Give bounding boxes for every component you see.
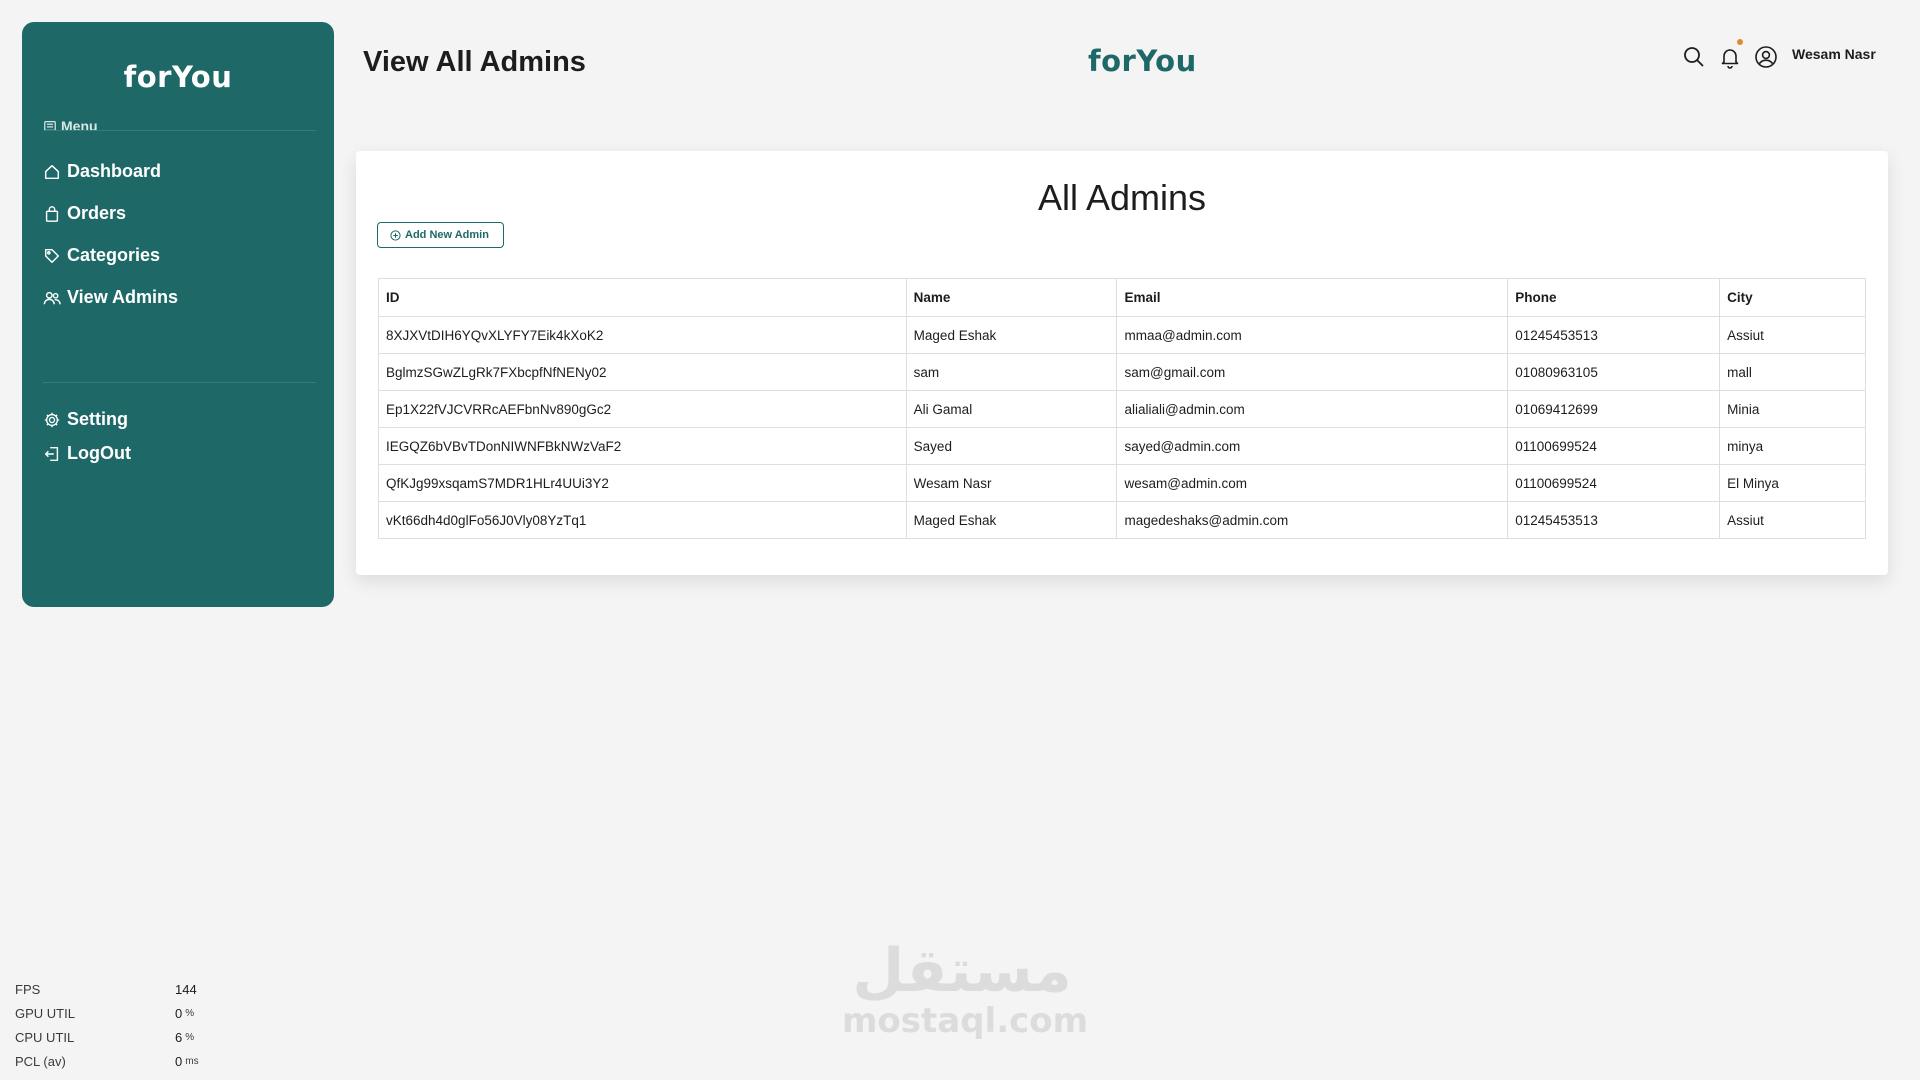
- sidebar-divider: [43, 130, 316, 131]
- cell-id: 8XJXVtDIH6YQvXLYFY7Eik4kXoK2: [378, 316, 907, 354]
- sidebar-item-orders[interactable]: Orders: [43, 203, 126, 224]
- cell-email: magedeshaks@admin.com: [1116, 501, 1509, 539]
- search-icon[interactable]: [1682, 45, 1706, 69]
- cell-city: Minia: [1719, 390, 1866, 428]
- cell-city: El Minya: [1719, 464, 1866, 502]
- cell-email: mmaa@admin.com: [1116, 316, 1509, 354]
- cell-name: Maged Eshak: [905, 501, 1118, 539]
- cell-email: sayed@admin.com: [1116, 427, 1509, 465]
- table-header-row: ID Name Email Phone City: [378, 278, 1866, 317]
- cell-email: wesam@admin.com: [1116, 464, 1509, 502]
- sidebar-item-label: LogOut: [67, 443, 131, 463]
- cell-city: Assiut: [1719, 501, 1866, 539]
- watermark-latin: mostaql.com: [842, 1001, 1089, 1041]
- cell-name: Ali Gamal: [905, 390, 1118, 428]
- cell-name: sam: [905, 353, 1118, 391]
- sidebar-item-view-admins[interactable]: View Admins: [43, 287, 178, 308]
- cell-name: Maged Eshak: [905, 316, 1118, 354]
- sidebar-item-categories[interactable]: Categories: [43, 245, 160, 266]
- cell-city: Assiut: [1719, 316, 1866, 354]
- cell-id: IEGQZ6bVBvTDonNIWNFBkNWzVaF2: [378, 427, 907, 465]
- perf-unit: %: [185, 1031, 195, 1043]
- cell-phone: 01245453513: [1507, 316, 1721, 354]
- perf-value: 0: [175, 1053, 183, 1069]
- watermark: مستقل mostaql.com: [842, 936, 1089, 1041]
- cell-phone: 01100699524: [1507, 427, 1721, 465]
- sidebar-item-setting[interactable]: Setting: [43, 409, 128, 430]
- perf-row-gpu: GPU UTIL 0 %: [15, 1001, 200, 1025]
- cell-phone: 01245453513: [1507, 501, 1721, 539]
- add-new-admin-label: Add New Admin: [405, 229, 489, 241]
- sidebar-logo[interactable]: forYou: [22, 60, 334, 94]
- notification-dot: [1737, 39, 1743, 45]
- admins-table: ID Name Email Phone City 8XJXVtDIH6YQvXL…: [378, 278, 1866, 539]
- cell-email: alialiali@admin.com: [1116, 390, 1509, 428]
- column-header-city: City: [1719, 278, 1866, 317]
- cell-id: Ep1X22fVJCVRRcAEFbnNv890gGc2: [378, 390, 907, 428]
- cell-phone: 01100699524: [1507, 464, 1721, 502]
- add-new-admin-button[interactable]: Add New Admin: [377, 222, 504, 248]
- user-name[interactable]: Wesam Nasr: [1792, 46, 1876, 62]
- sidebar-item-logout[interactable]: LogOut: [43, 443, 131, 464]
- cell-email: sam@gmail.com: [1116, 353, 1509, 391]
- sidebar-item-dashboard[interactable]: Dashboard: [43, 161, 161, 182]
- user-icon[interactable]: [1754, 45, 1778, 69]
- perf-label: CPU UTIL: [15, 1029, 75, 1045]
- cell-id: vKt66dh4d0glFo56J0Vly08YzTq1: [378, 501, 907, 539]
- perf-label: FPS: [15, 981, 41, 997]
- perf-value: 0: [175, 1005, 183, 1021]
- table-row: 8XJXVtDIH6YQvXLYFY7Eik4kXoK2 Maged Eshak…: [378, 316, 1866, 354]
- sidebar-item-label: Categories: [67, 245, 161, 265]
- tag-icon: [44, 248, 60, 263]
- cell-name: Sayed: [905, 427, 1118, 465]
- table-row: Ep1X22fVJCVRRcAEFbnNv890gGc2 Ali Gamal a…: [378, 390, 1866, 428]
- perf-value: 144: [175, 981, 197, 997]
- cell-city: minya: [1719, 427, 1866, 465]
- shopping-bag-icon: [45, 205, 59, 222]
- header-actions: [1682, 39, 1778, 69]
- table-row: BglmzSGwZLgRk7FXbcpfNfNENy02 sam sam@gma…: [378, 353, 1866, 391]
- sidebar-item-label: Orders: [67, 203, 127, 223]
- card-title: All Admins: [1037, 177, 1207, 218]
- sidebar-divider: [43, 382, 316, 383]
- gear-icon: [44, 412, 60, 427]
- plus-circle-icon: [390, 229, 401, 241]
- table-row: vKt66dh4d0glFo56J0Vly08YzTq1 Maged Eshak…: [378, 501, 1866, 539]
- sidebar-item-label: Setting: [67, 409, 128, 429]
- home-icon: [44, 164, 60, 179]
- cell-id: QfKJg99xsqamS7MDR1HLr4UUi3Y2: [378, 464, 907, 502]
- perf-unit: ms: [185, 1055, 199, 1067]
- sidebar: forYou Menu Dashboard Orders Categories …: [22, 22, 334, 607]
- perf-row-fps: FPS 144: [15, 977, 200, 1001]
- perf-row-pcl: PCL (av) 0 ms: [15, 1049, 200, 1073]
- header-logo[interactable]: forYou: [1088, 44, 1197, 78]
- menu-label: Menu: [61, 118, 98, 134]
- column-header-email: Email: [1116, 278, 1509, 317]
- page-title: View All Admins: [363, 46, 586, 78]
- column-header-name: Name: [905, 278, 1118, 317]
- cell-id: BglmzSGwZLgRk7FXbcpfNfNENy02: [378, 353, 907, 391]
- perf-label: PCL (av): [15, 1053, 66, 1069]
- perf-label: GPU UTIL: [15, 1005, 75, 1021]
- column-header-phone: Phone: [1507, 278, 1721, 317]
- users-icon: [43, 291, 61, 304]
- performance-overlay: FPS 144 GPU UTIL 0 % CPU UTIL 6 % PCL (a…: [15, 977, 200, 1073]
- menu-toggle[interactable]: Menu: [43, 118, 98, 134]
- cell-city: mall: [1719, 353, 1866, 391]
- sidebar-item-label: Dashboard: [67, 161, 162, 181]
- column-header-id: ID: [378, 278, 907, 317]
- perf-row-cpu: CPU UTIL 6 %: [15, 1025, 200, 1049]
- logout-icon: [44, 446, 59, 461]
- cell-name: Wesam Nasr: [905, 464, 1118, 502]
- sidebar-item-label: View Admins: [67, 287, 179, 307]
- watermark-arabic: مستقل: [852, 936, 1072, 1006]
- cell-phone: 01069412699: [1507, 390, 1721, 428]
- bell-icon[interactable]: [1718, 39, 1743, 69]
- table-row: IEGQZ6bVBvTDonNIWNFBkNWzVaF2 Sayed sayed…: [378, 427, 1866, 465]
- cell-phone: 01080963105: [1507, 353, 1721, 391]
- table-row: QfKJg99xsqamS7MDR1HLr4UUi3Y2 Wesam Nasr …: [378, 464, 1866, 502]
- perf-unit: %: [185, 1007, 195, 1019]
- perf-value: 6: [175, 1029, 183, 1045]
- admins-card: All Admins Add New Admin ID Name Email P…: [356, 151, 1888, 575]
